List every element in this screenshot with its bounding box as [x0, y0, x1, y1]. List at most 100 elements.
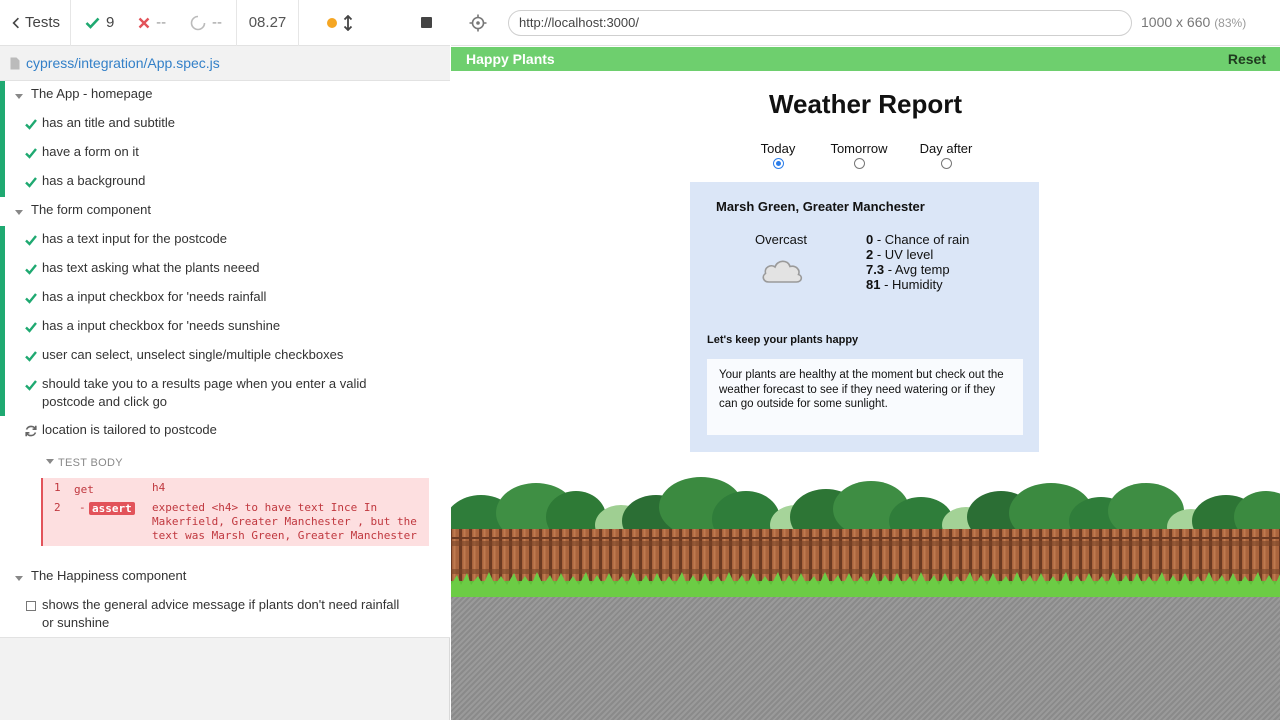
navbar: Happy Plants Reset — [451, 47, 1280, 71]
selector-playground-icon[interactable] — [469, 14, 487, 32]
metric-rain: 0 - Chance of rain — [866, 232, 970, 247]
day-selector: Today Tomorrow Day after — [451, 141, 1280, 175]
metric-value: 2 — [866, 247, 874, 262]
suite-header[interactable]: The App - homepage — [0, 85, 450, 105]
brand-link[interactable]: Happy Plants — [466, 51, 555, 67]
test-item[interactable]: has a input checkbox for 'needs rainfall — [0, 288, 450, 308]
radio-label: Tomorrow — [830, 141, 888, 156]
fence — [451, 529, 1280, 587]
test-title: has a input checkbox for 'needs sunshine — [42, 318, 281, 333]
radio-day-after[interactable]: Day after — [916, 141, 976, 169]
radio-button[interactable] — [853, 158, 865, 169]
pavement-background — [451, 597, 1280, 720]
command-row-failed[interactable]: 2 - assert expected <h4> to have text In… — [43, 501, 429, 545]
pending-checkbox-icon — [26, 601, 36, 611]
test-item[interactable]: has text asking what the plants neeed — [0, 259, 450, 279]
test-item[interactable]: should take you to a results page when y… — [0, 375, 450, 413]
weather-metrics: 0 - Chance of rain 2 - UV level 7.3 - Av… — [866, 232, 969, 292]
failed-stat: -- — [138, 14, 166, 31]
test-item[interactable]: user can select, unselect single/multipl… — [0, 346, 450, 366]
garden-background — [451, 477, 1280, 597]
test-item[interactable]: has a input checkbox for 'needs sunshine — [0, 317, 450, 337]
metric-label: Humidity — [892, 277, 943, 292]
viewport-scale: (83%) — [1214, 16, 1247, 30]
test-reporter: The App - homepage has an title and subt… — [0, 81, 450, 638]
refresh-icon — [25, 425, 37, 437]
radio-today[interactable]: Today — [756, 141, 800, 169]
app-under-test: Happy Plants Reset Weather Report Today … — [451, 47, 1280, 720]
command-number: 2 — [54, 501, 61, 514]
tests-button[interactable]: Tests — [0, 0, 71, 46]
check-icon — [25, 380, 37, 391]
suite-header[interactable]: The Happiness component — [0, 567, 450, 587]
command-number: 1 — [54, 481, 61, 494]
check-icon — [25, 177, 37, 188]
caret-down-icon — [46, 459, 54, 464]
metric-humidity: 81 - Humidity — [866, 277, 943, 292]
run-duration: 08.27 — [237, 0, 299, 46]
passed-count: 9 — [106, 14, 115, 31]
test-item[interactable]: have a form on it — [0, 143, 450, 163]
suite-title: The App - homepage — [31, 86, 153, 101]
metric-label: UV level — [884, 247, 934, 262]
spec-file-bar: cypress/integration/App.spec.js — [0, 46, 450, 81]
test-item-running[interactable]: location is tailored to postcode — [0, 421, 450, 441]
test-body-header[interactable]: TEST BODY — [46, 457, 123, 469]
spec-file-link[interactable]: cypress/integration/App.spec.js — [26, 55, 220, 71]
radio-tomorrow[interactable]: Tomorrow — [826, 141, 892, 169]
check-icon — [25, 119, 37, 130]
test-title: has an title and subtitle — [42, 115, 175, 130]
viewport-info[interactable]: 1000 x 660 (83%) — [1141, 14, 1246, 30]
weather-condition: Overcast — [755, 232, 808, 247]
viewport-size: 1000 x 660 — [1141, 14, 1211, 30]
test-title: have a form on it — [42, 144, 139, 159]
pending-count: -- — [212, 14, 222, 31]
check-icon — [85, 17, 100, 29]
suite-title: The form component — [31, 202, 151, 217]
pending-circle-icon — [190, 15, 206, 30]
test-item[interactable]: has a background — [0, 172, 450, 192]
suite-header[interactable]: The form component — [0, 201, 450, 221]
running-indicator-icon — [327, 17, 337, 28]
metric-temp: 7.3 - Avg temp — [866, 262, 950, 277]
stop-icon[interactable] — [421, 17, 432, 28]
runner-header: Tests 9 -- -- 08.27 — [0, 0, 450, 46]
caret-down-icon — [15, 210, 23, 215]
radio-button[interactable] — [772, 158, 784, 169]
test-title: user can select, unselect single/multipl… — [42, 347, 344, 362]
radio-label: Day after — [919, 141, 973, 156]
command-message: expected <h4> to have text Ince In Maker… — [152, 501, 417, 542]
command-log: 1 get h4 2 - assert expected <h4> to hav… — [41, 478, 429, 546]
runner-controls — [299, 0, 450, 46]
failed-count: -- — [156, 14, 167, 31]
advice-message: Your plants are healthy at the moment bu… — [707, 359, 1023, 435]
check-icon — [25, 351, 37, 362]
test-title: should take you to a results page when y… — [42, 376, 367, 409]
metric-label: Avg temp — [894, 262, 950, 277]
chevron-left-icon — [12, 17, 19, 28]
stats-summary: 9 -- -- — [71, 0, 237, 46]
metric-value: 0 — [866, 232, 874, 247]
app-page: Happy Plants Reset Weather Report Today … — [451, 47, 1280, 597]
tests-button-label: Tests — [24, 14, 60, 31]
metric-label: Chance of rain — [884, 232, 970, 247]
check-icon — [25, 235, 37, 246]
pending-stat: -- — [190, 14, 222, 31]
command-row[interactable]: 1 get h4 — [43, 481, 429, 499]
test-item[interactable]: has an title and subtitle — [0, 114, 450, 134]
test-title: has a input checkbox for 'needs rainfall — [42, 289, 267, 304]
test-title: has text asking what the plants neeed — [42, 260, 260, 275]
url-bar[interactable]: http://localhost:3000/ — [508, 10, 1132, 36]
caret-down-icon — [15, 94, 23, 99]
test-body-label: TEST BODY — [58, 457, 123, 469]
location-heading: Marsh Green, Greater Manchester — [716, 199, 925, 214]
test-item[interactable]: has a text input for the postcode — [0, 230, 450, 250]
radio-button[interactable] — [940, 158, 952, 169]
test-title: shows the general advice message if plan… — [42, 597, 400, 630]
page-title: Weather Report — [768, 89, 963, 119]
auto-scroll-icon[interactable] — [343, 14, 353, 31]
test-item-pending[interactable]: shows the general advice message if plan… — [0, 596, 450, 634]
reset-link[interactable]: Reset — [1228, 51, 1266, 67]
check-icon — [25, 264, 37, 275]
passed-stat: 9 — [85, 14, 114, 31]
